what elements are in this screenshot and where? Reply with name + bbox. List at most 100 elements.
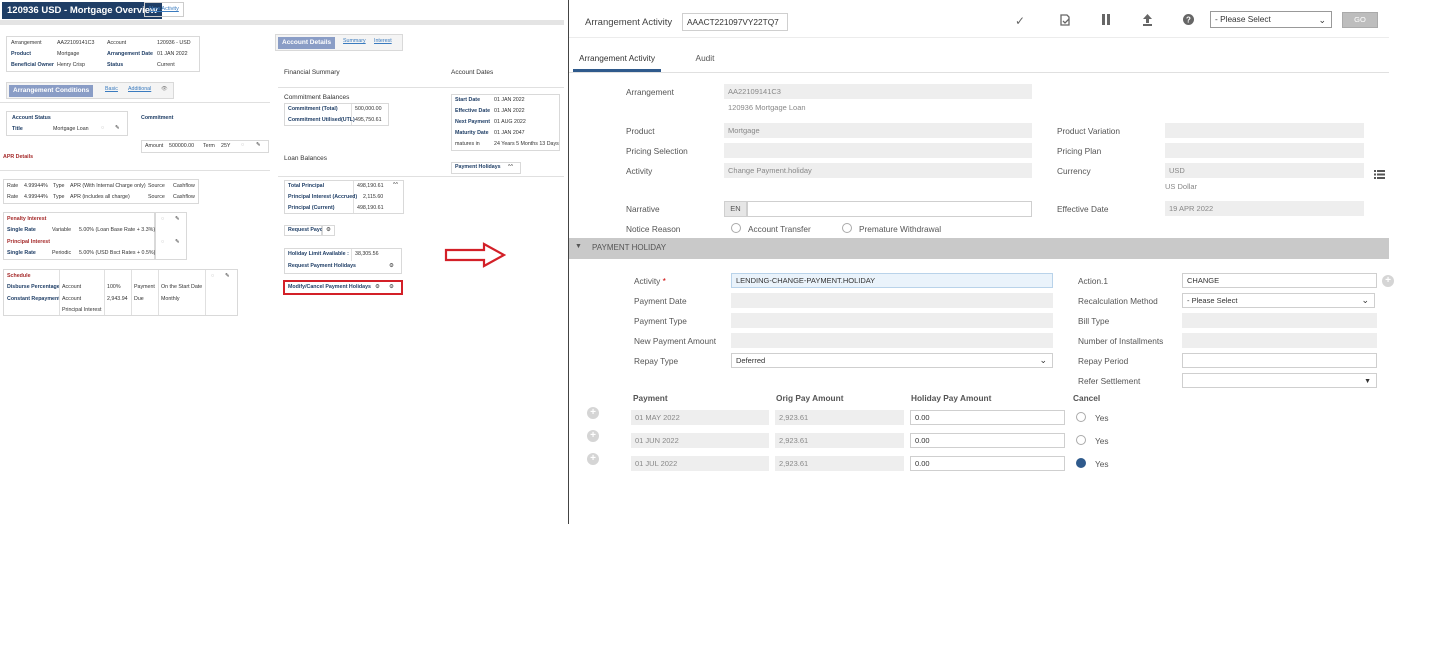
arrangement-label: Arrangement [626, 87, 674, 97]
next-payment-label: Next Payment [455, 119, 491, 125]
modify-cancel-payment-holidays-button[interactable]: Modify/Cancel Payment Holidays [288, 284, 371, 291]
gear-icon[interactable]: ⚙ [389, 263, 394, 270]
collapse-triangle-icon[interactable]: ▼ [575, 243, 582, 250]
tab-audit[interactable]: Audit [661, 48, 749, 72]
commit-check-icon[interactable]: ✓ [1015, 14, 1025, 28]
maturity-date-label: Maturity Date [455, 130, 489, 136]
gear-icon[interactable]: ⚙ [389, 284, 394, 291]
collapse-icon[interactable]: ^^ [508, 164, 513, 171]
repay-type-select[interactable]: Deferred ⌄ [731, 353, 1053, 368]
repay-period-input[interactable] [1182, 353, 1377, 368]
history-icon[interactable]: ◌ [101, 125, 104, 132]
eye-icon[interactable]: 👁 [161, 86, 168, 93]
summary-link[interactable]: Summary [343, 38, 366, 44]
term-value: 25Y [221, 143, 231, 149]
gear-icon[interactable]: ⚙ [375, 284, 380, 291]
holiday-pay-amount-input[interactable]: 0.00 [910, 410, 1065, 425]
ph-activity-label: Activity * [634, 276, 666, 286]
help-icon[interactable]: ? [1183, 14, 1194, 28]
commitment-total-value: 500,000.00 [355, 106, 382, 112]
ph-activity-input[interactable]: LENDING-CHANGE-PAYMENT.HOLIDAY [731, 273, 1053, 288]
payoff-gear-button[interactable]: ⚙ [322, 225, 335, 236]
next-payment-value: 01 AUG 2022 [494, 119, 526, 125]
variable-label: Variable [52, 227, 72, 233]
interest-actions: ◌ ✎ ◌ ✎ [155, 212, 187, 260]
basic-link[interactable]: Basic [105, 86, 118, 92]
history-icon[interactable]: ◌ [161, 239, 164, 246]
narrative-input[interactable] [747, 201, 1032, 217]
edit-icon[interactable]: ✎ [256, 142, 260, 149]
tab-arrangement-activity[interactable]: Arrangement Activity [573, 48, 661, 72]
edit-icon[interactable]: ✎ [225, 273, 229, 280]
validate-doc-icon[interactable] [1059, 14, 1071, 29]
arrangement-conditions-header: Arrangement Conditions Basic Additional … [6, 82, 174, 99]
edit-icon[interactable]: ✎ [175, 239, 179, 246]
rate-label: Rate [7, 183, 19, 189]
principal-current-label: Principal (Current) [288, 205, 335, 211]
add-row-icon[interactable]: + [587, 407, 599, 419]
payment-date-field [731, 293, 1053, 308]
holiday-pay-amount-input[interactable]: 0.00 [910, 433, 1065, 448]
interest-link[interactable]: Interest [374, 38, 392, 44]
additional-link[interactable]: Additional [128, 86, 151, 92]
hold-pause-icon[interactable] [1101, 14, 1111, 28]
account-dates-table: Start Date 01 JAN 2022 Effective Date 01… [451, 94, 560, 151]
add-action-icon[interactable]: + [1382, 275, 1394, 287]
principal-interest-accrued-value: 2,115.60 [363, 194, 384, 200]
recalculation-method-label: Recalculation Method [1078, 296, 1158, 306]
mortgage-overview-panel: 120936 USD - Mortgage Overview New Activ… [0, 0, 568, 524]
number-of-installments-label: Number of Installments [1078, 336, 1164, 346]
holiday-pay-amount-input[interactable]: 0.00 [910, 456, 1065, 471]
recalculation-method-value: - Please Select [1187, 296, 1238, 305]
term-label: Term [203, 143, 215, 149]
add-row-icon[interactable]: + [587, 453, 599, 465]
cancel-radio[interactable] [1076, 435, 1086, 445]
list-icon[interactable] [1374, 166, 1385, 184]
payment-holidays-label: Payment Holidays [455, 164, 501, 170]
history-icon[interactable]: ◌ [161, 216, 164, 223]
payment-holidays-button[interactable]: Payment Holidays ^^ [451, 162, 521, 174]
narrative-language-button[interactable]: EN [724, 201, 747, 217]
divider [104, 270, 105, 315]
request-payoff-button[interactable]: Request Payoff [284, 225, 327, 236]
history-icon[interactable]: ◌ [211, 273, 214, 280]
edit-icon[interactable]: ✎ [175, 216, 179, 223]
request-payment-holidays-label[interactable]: Request Payment Holidays [288, 263, 356, 270]
commitment-utilised-label: Commitment Utilised(UTL) [288, 117, 355, 123]
payment-holiday-section-header[interactable]: ▼ PAYMENT HOLIDAY [569, 238, 1389, 259]
effective-date-field: 19 APR 2022 [1165, 201, 1364, 216]
commitment-balances-title: Commitment Balances [284, 94, 350, 101]
go-button[interactable]: GO [1342, 12, 1378, 28]
notice-reason-radio-premature-withdrawal[interactable] [842, 223, 852, 233]
gear-icon: ⚙ [326, 227, 331, 233]
expand-icon[interactable]: ^^ [393, 182, 398, 189]
actions-select-value: - Please Select [1215, 14, 1271, 24]
currency-label: Currency [1057, 166, 1091, 176]
history-icon[interactable]: ◌ [241, 142, 244, 149]
refer-settlement-select[interactable]: ▼ [1182, 373, 1377, 388]
start-date-label: Start Date [455, 97, 481, 103]
cancel-radio[interactable] [1076, 412, 1086, 422]
type-label: Type [53, 183, 65, 189]
rate-value: 4.99944% [24, 183, 48, 189]
principal-interest-label: Principal Interest [62, 307, 102, 313]
apr-details-label: APR Details [3, 154, 34, 160]
new-activity-link[interactable]: New Activity [144, 2, 184, 17]
divider [158, 270, 159, 315]
account-details-header: Account Details Summary Interest [275, 34, 403, 51]
amount-label: Amount [145, 143, 164, 149]
actions-select[interactable]: - Please Select ⌄ [1210, 11, 1332, 28]
notice-reason-radio-account-transfer[interactable] [731, 223, 741, 233]
recalculation-method-select[interactable]: - Please Select ⌄ [1182, 293, 1375, 308]
payment-column-header: Payment [633, 393, 668, 403]
edit-icon[interactable]: ✎ [115, 125, 119, 132]
upload-icon[interactable] [1142, 14, 1153, 29]
pricing-plan-field [1165, 143, 1364, 158]
add-row-icon[interactable]: + [587, 430, 599, 442]
arrangement-label: Arrangement [11, 40, 42, 46]
action-input[interactable]: CHANGE [1182, 273, 1377, 288]
principal-current-value: 498,190.61 [357, 205, 384, 211]
rate-label: Rate [7, 194, 19, 200]
cancel-radio-selected[interactable] [1076, 458, 1086, 468]
arrangement-date-value: 01 JAN 2022 [157, 51, 188, 57]
